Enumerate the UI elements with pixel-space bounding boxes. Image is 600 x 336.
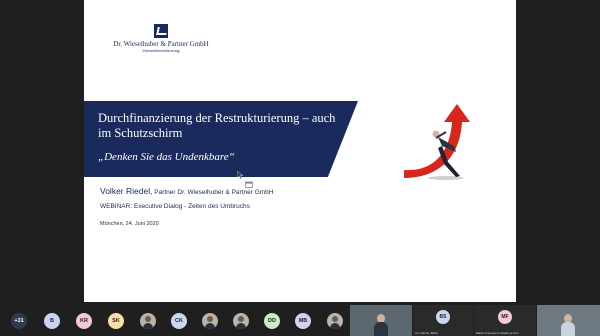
- participant-video-tile[interactable]: [537, 305, 600, 336]
- overflow-participants-button[interactable]: +31: [11, 313, 27, 329]
- slide-title: Durchfinanzierung der Restrukturierung –…: [98, 111, 336, 140]
- participant-avatar[interactable]: SK: [108, 313, 124, 329]
- participant-name: von Sachs, Britta: [415, 331, 438, 335]
- screen: Dr. Wieselhuber & Partner GmbH Unternehm…: [0, 0, 600, 336]
- person-video: [561, 314, 575, 336]
- participant-avatar[interactable]: DD: [264, 313, 280, 329]
- speaker-name: Volker Riedel,: [100, 186, 153, 196]
- participant-name: Martin Franssen Linkedin a.com: [476, 331, 519, 335]
- shared-slide: Dr. Wieselhuber & Partner GmbH Unternehm…: [84, 0, 516, 302]
- rising-arrow-illustration: [404, 104, 470, 180]
- logo-mark-icon: [154, 24, 168, 38]
- company-logo: Dr. Wieselhuber & Partner GmbH Unternehm…: [100, 24, 222, 53]
- red-arrow-icon: [404, 104, 470, 178]
- slide-quote: „Denken Sie das Undenkbare“: [98, 151, 235, 163]
- webinar-line: WEBINAR: Executive Dialog - Zeiten des U…: [100, 203, 250, 210]
- person-video: [374, 314, 388, 336]
- calendar-icon[interactable]: [245, 181, 253, 188]
- logo-name: Dr. Wieselhuber & Partner GmbH: [113, 40, 209, 48]
- participant-tile[interactable]: MF Martin Franssen Linkedin a.com: [474, 305, 536, 336]
- shadow: [428, 176, 464, 180]
- participant-tile[interactable]: BS von Sachs, Britta: [413, 305, 473, 336]
- participant-avatar[interactable]: KR: [76, 313, 92, 329]
- participant-video-tile[interactable]: [350, 305, 412, 336]
- participant-initials: MF: [498, 310, 512, 324]
- participant-photo-avatar[interactable]: [202, 313, 218, 329]
- cursor-icon: [237, 171, 243, 179]
- speaker-role: Partner Dr. Wieselhuber & Partner GmbH: [152, 189, 274, 196]
- logo-subtitle: Unternehmensberatung: [142, 48, 180, 53]
- participant-photo-avatar[interactable]: [327, 313, 343, 329]
- participant-avatar[interactable]: B: [44, 313, 60, 329]
- participant-photo-avatar[interactable]: [233, 313, 249, 329]
- participant-avatar[interactable]: MB: [295, 313, 311, 329]
- participant-avatar[interactable]: CK: [171, 313, 187, 329]
- participant-initials: BS: [436, 310, 450, 324]
- title-banner: Durchfinanzierung der Restrukturierung –…: [84, 101, 358, 177]
- place-date: München, 24. Juni 2020: [100, 221, 159, 227]
- participant-photo-avatar[interactable]: [140, 313, 156, 329]
